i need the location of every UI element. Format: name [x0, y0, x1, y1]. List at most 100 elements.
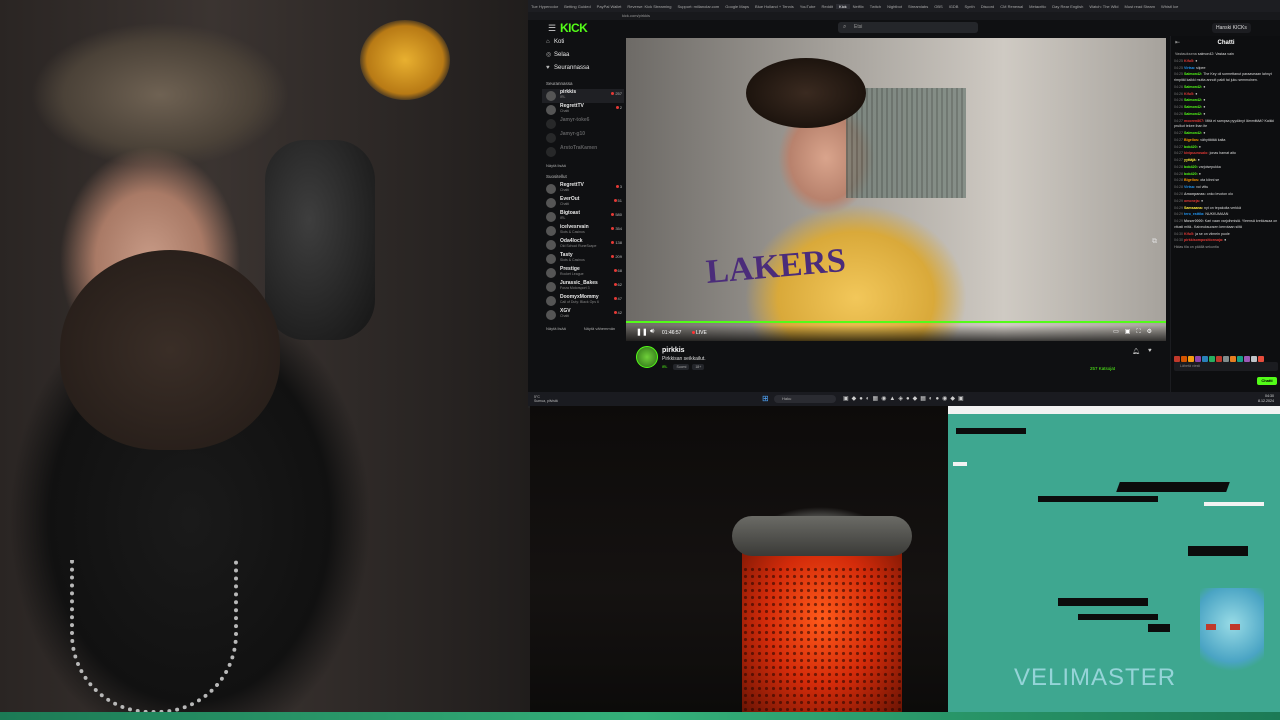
browser-tab[interactable]: Day Rear English — [1049, 4, 1086, 9]
sidebar-channel[interactable]: DoomyxMommy Call of Duty: Black Ops 6 47 — [542, 294, 624, 308]
chat-message[interactable]: 04:29omoneja:● — [1174, 199, 1280, 205]
browser-tab[interactable]: Tue Hypercolor — [528, 4, 561, 9]
browser-tab[interactable]: Twitch — [867, 4, 884, 9]
streamer-name[interactable]: pirkkis — [662, 347, 685, 354]
chat-message[interactable]: 04:29Moser0000:Kari vaan varjoihmisiä. Y… — [1174, 219, 1280, 230]
show-more-link[interactable]: Näytä lisää — [546, 163, 624, 168]
chat-username[interactable]: Bigellos: — [1184, 178, 1199, 182]
browser-tab[interactable]: IGDB — [946, 4, 962, 9]
chat-send-button[interactable]: Chatti — [1257, 377, 1277, 385]
windows-icon[interactable]: ⊞ — [762, 395, 770, 403]
chat-username[interactable]: tero_esttila: — [1184, 212, 1204, 216]
chat-username[interactable]: Bigellos: — [1184, 138, 1199, 142]
player-settings-icons[interactable]: ▭▣⛶⚙ — [1113, 328, 1158, 336]
sidebar-nav-0[interactable]: ⌂ Koti — [542, 36, 624, 49]
chat-username[interactable]: Moser0000: — [1184, 219, 1204, 223]
chat-input[interactable]: Lähetä viesti — [1174, 362, 1278, 371]
chat-message[interactable]: 04:27yyttäjä:● — [1174, 158, 1280, 164]
chat-username[interactable]: Vastauksena — [1175, 52, 1197, 56]
taskbar-apps[interactable]: ▣◆●◐▦◉▲◈●◆▦◐●◉◆▣ — [843, 395, 967, 402]
chat-username[interactable]: bob420: — [1184, 165, 1198, 169]
browser-tab[interactable]: Whistl Ice — [1158, 4, 1181, 9]
chat-message[interactable]: 04:27mooren867:Mitä ei sampsa pyydänyt l… — [1174, 119, 1280, 130]
pause-icon[interactable]: ❚❚ — [636, 328, 648, 336]
chat-message[interactable]: Vastauksenasalmon42: Vastaa vain — [1174, 52, 1280, 58]
bell-icon[interactable]: 🔔︎ — [1132, 348, 1140, 355]
chat-username[interactable]: Virtsa: — [1184, 185, 1195, 189]
chat-message[interactable]: 04:26Salmon42:● — [1174, 98, 1280, 104]
chat-message[interactable]: 04:26Salmon42:● — [1174, 112, 1280, 118]
chat-message[interactable]: 04:27bob420:● — [1174, 145, 1280, 151]
chat-message[interactable]: 04:26Salmon42:● — [1174, 85, 1280, 91]
volume-icon[interactable]: 🔊︎ — [650, 328, 654, 336]
chat-username[interactable]: Salmon42: — [1184, 85, 1202, 89]
chat-message[interactable]: 04:27Salmon42:● — [1174, 131, 1280, 137]
browser-tab[interactable]: Nightbot — [884, 4, 905, 9]
sidebar-channel[interactable]: RegrettTV Chatti 2 — [542, 103, 624, 117]
browser-tab[interactable]: Betting Guided — [561, 4, 593, 9]
browser-tab[interactable]: Reddit — [818, 4, 836, 9]
show-more-less-links[interactable]: Näytä lisää Näytä vähemmän — [546, 326, 624, 331]
sidebar-channel[interactable]: Prestige Rocket League 68 — [542, 266, 624, 280]
browser-tab[interactable]: Discord — [978, 4, 998, 9]
tag-0[interactable]: Suomi — [673, 364, 690, 370]
browser-tab[interactable]: Kick — [836, 3, 850, 9]
clip-icon[interactable]: ⧉ — [1152, 238, 1157, 246]
sidebar-channel[interactable]: Jamyr-g10 — [542, 131, 624, 145]
chat-message[interactable]: 04:28Virtsa:voi vittu — [1174, 185, 1280, 191]
menu-icon[interactable]: ☰ — [548, 23, 556, 34]
video-player[interactable]: LAKERS ❚❚ 🔊︎ 01:46:57 LIVE ▭▣⛶⚙ — [626, 38, 1166, 341]
search-input[interactable]: ⌕ Etsi — [838, 22, 978, 33]
chat-username[interactable]: bob420: — [1184, 172, 1198, 176]
streamer-avatar[interactable] — [636, 346, 658, 368]
show-less-link[interactable]: Näytä vähemmän — [584, 326, 615, 331]
sidebar-channel[interactable]: Jurassic_Bakes Forza Motorsport 3 62 — [542, 280, 624, 294]
chat-username[interactable]: Salmon42: — [1184, 72, 1202, 76]
browser-tab[interactable]: YouTube — [797, 4, 819, 9]
chat-message[interactable]: 04:28bob420:varjoisepukka — [1174, 165, 1280, 171]
chat-messages[interactable]: Vastauksenasalmon42: Vastaa vain 04:25Kif… — [1174, 52, 1280, 342]
chat-username[interactable]: mooren867: — [1184, 119, 1204, 123]
sidebar-channel[interactable]: Oda4lock Old School RuneScape 138 — [542, 238, 624, 252]
sidebar-channel[interactable]: Bigtoast IRL 580 — [542, 210, 624, 224]
chat-message[interactable]: 04:27Bigellos:vähyttätää kaita — [1174, 138, 1280, 144]
chat-username[interactable]: Samsaana: — [1184, 206, 1203, 210]
emote-row[interactable] — [1174, 349, 1278, 362]
taskbar-search[interactable]: Haku — [774, 395, 836, 403]
progress-bar[interactable] — [626, 321, 1166, 323]
chat-username[interactable]: Kifu5: — [1184, 59, 1194, 63]
sidebar-channel[interactable]: icelvesrvain Slots & Casinos 354 — [542, 224, 624, 238]
chat-message[interactable]: 04:25Salmon42:The Key oli sormettanut pa… — [1174, 72, 1280, 83]
kick-logo[interactable]: KICK — [560, 21, 588, 35]
browser-tab[interactable]: Support: millanolar.com — [674, 4, 722, 9]
chat-username[interactable]: Salmon42: — [1184, 105, 1202, 109]
chat-message[interactable]: 04:28Amonpanas:onko levoton olo — [1174, 192, 1280, 198]
chat-username[interactable]: Salmon42: — [1184, 131, 1202, 135]
sidebar-nav-1[interactable]: ◎ Selaa — [542, 49, 624, 62]
sidebar-channel[interactable]: RegrettTV Chatti 3 — [542, 182, 624, 196]
browser-tab[interactable]: Reverse: Kick Streaming — [624, 4, 674, 9]
browser-tab[interactable]: Netflix — [850, 4, 867, 9]
chat-message[interactable]: 04:26Salmon42:● — [1174, 105, 1280, 111]
sidebar-channel[interactable]: Jamyr-toke6 — [542, 117, 624, 131]
taskbar-clock[interactable]: 04:30 8.12.2024 — [1258, 394, 1274, 404]
collapse-icon[interactable]: ⇤ — [1175, 36, 1180, 50]
browser-tab[interactable]: Watch: The Wild — [1086, 4, 1121, 9]
weather-widget[interactable]: 5°C Sumua, pilvistä — [534, 395, 558, 403]
browser-tab[interactable]: PayPal Wallet — [594, 4, 625, 9]
browser-tab[interactable]: Google Maps — [722, 4, 752, 9]
stream-category[interactable]: IRL — [662, 364, 670, 370]
browser-tab[interactable]: OBS — [931, 4, 945, 9]
chat-message[interactable]: 04:30pirkkisompositionsaja:● — [1174, 238, 1280, 244]
chat-message[interactable]: 04:26Kifu5:● — [1174, 92, 1280, 98]
chat-message[interactable]: 04:25Virtsa:siipee — [1174, 66, 1280, 72]
sidebar-nav-2[interactable]: ♥ Seurannassa — [542, 62, 624, 75]
chat-message[interactable]: 04:28bob420:● — [1174, 172, 1280, 178]
address-bar[interactable]: kick.com/pirkkis — [528, 12, 1280, 20]
chat-message[interactable]: 04:29Samsaana:nyt on tepakoita verkkä — [1174, 206, 1280, 212]
sidebar-channel[interactable]: Tasty Slots & Casinos 209 — [542, 252, 624, 266]
browser-tab[interactable]: Blue Holland + Tennis — [752, 4, 797, 9]
chat-username[interactable]: kivipuurosalo: — [1184, 151, 1209, 155]
sidebar-channel[interactable]: pirkkis IRL 257 — [542, 89, 624, 103]
sidebar-channel[interactable]: ArstoTraKamen — [542, 145, 624, 159]
